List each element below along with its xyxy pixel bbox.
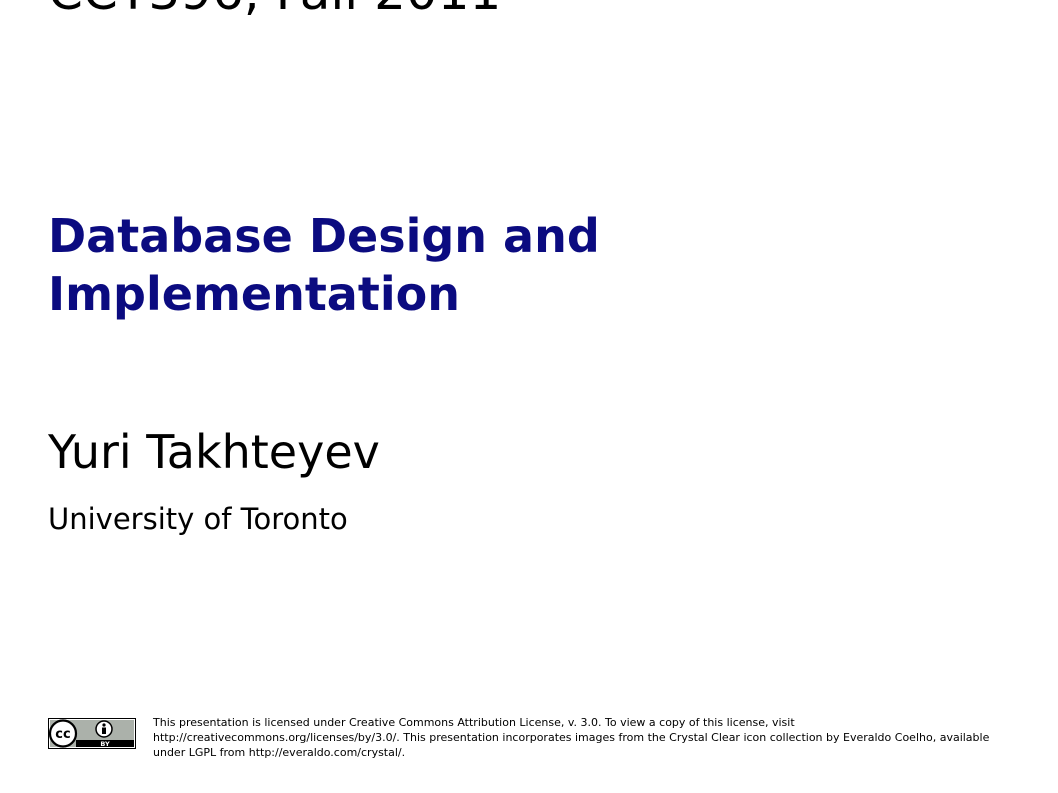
cc-text: cc [55, 727, 70, 742]
slide-title-line-2: Implementation [48, 267, 460, 321]
author-name: Yuri Takhteyev [48, 425, 380, 479]
creative-commons-by-icon: cc BY [48, 718, 136, 749]
course-heading: CCT396, Fall 2011 [48, 0, 501, 22]
slide-title: Database Design and Implementation [48, 207, 948, 323]
author-affiliation: University of Toronto [48, 502, 348, 536]
title-slide: CCT396, Fall 2011 Database Design and Im… [0, 0, 1058, 793]
by-text: BY [100, 740, 110, 748]
slide-title-line-1: Database Design and [48, 209, 600, 263]
license-notice: This presentation is licensed under Crea… [153, 716, 990, 759]
